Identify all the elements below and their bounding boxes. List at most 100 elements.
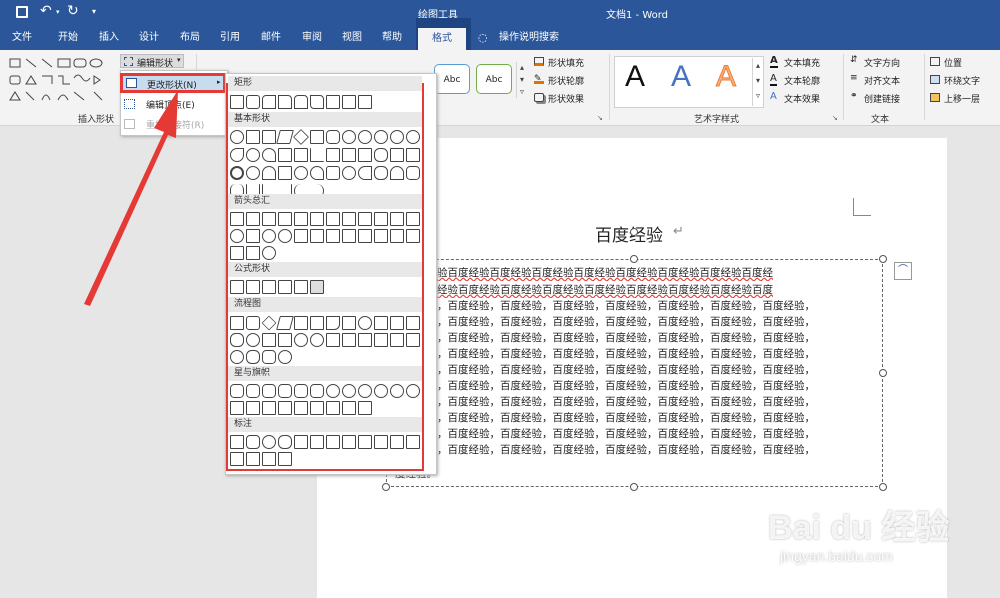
star-shape-icon[interactable] [230,384,244,398]
text-effects-button[interactable]: A 文本效果 [770,91,840,105]
shape-icon[interactable] [310,95,324,109]
arrow-shape-icon[interactable] [262,229,276,243]
wordart-scroll[interactable]: ▴ ▾ ▿ [752,58,763,106]
flowchart-shape-icon[interactable] [278,350,292,364]
arrow-shape-icon[interactable] [278,212,292,226]
tab-home[interactable]: 开始 [54,26,82,50]
shape-icon[interactable] [390,166,404,180]
shape-icon[interactable] [262,166,276,180]
banner-shape-icon[interactable] [246,401,260,415]
arrow-shape-icon[interactable] [230,246,244,260]
dialog-launcher-icon[interactable]: ↘ [597,114,603,122]
callout-shape-icon[interactable] [326,435,340,449]
flowchart-shape-icon[interactable] [276,316,294,330]
edit-shape-button[interactable]: 编辑形状 ▾ [120,54,184,69]
arrow-shape-icon[interactable] [294,229,308,243]
flowchart-shape-icon[interactable] [374,316,388,330]
resize-handle[interactable] [382,483,390,491]
flowchart-shape-icon[interactable] [390,316,404,330]
position-button[interactable]: 位置 [930,55,998,69]
wrap-text-button[interactable]: 环绕文字 [930,73,998,87]
callout-shape-icon[interactable] [374,435,388,449]
banner-shape-icon[interactable] [278,401,292,415]
shape-icon[interactable] [246,95,260,109]
star-shape-icon[interactable] [326,384,340,398]
shape-icon[interactable] [326,130,340,144]
arrow-shape-icon[interactable] [390,229,404,243]
plus-shape-icon[interactable] [230,280,244,294]
shape-style-green[interactable]: Abc [476,64,512,94]
arrow-shape-icon[interactable] [310,212,324,226]
shape-icon[interactable] [262,130,276,144]
callout-shape-icon[interactable] [358,435,372,449]
arrow-shape-icon[interactable] [342,212,356,226]
arrow-shape-icon[interactable] [246,246,260,260]
shape-icon[interactable] [246,166,260,180]
callout-shape-icon[interactable] [278,452,292,466]
bring-forward-button[interactable]: 上移一层 [930,91,998,105]
style-scroll[interactable]: ▴ ▾ ▿ [516,62,527,98]
flowchart-shape-icon[interactable] [406,333,420,347]
dialog-launcher-icon[interactable]: ↘ [832,114,838,122]
minus-shape-icon[interactable] [246,280,260,294]
shape-icon[interactable] [294,95,308,109]
banner-shape-icon[interactable] [310,401,324,415]
tell-me-search[interactable]: 操作说明搜索 [496,26,562,50]
flowchart-shape-icon[interactable] [326,333,340,347]
flowchart-shape-icon[interactable] [230,333,244,347]
shape-icon[interactable] [326,166,340,180]
arrow-shape-icon[interactable] [374,212,388,226]
shape-icon[interactable] [342,95,356,109]
arrow-shape-icon[interactable] [294,212,308,226]
star-shape-icon[interactable] [390,384,404,398]
shape-icon[interactable] [406,130,420,144]
shape-icon[interactable] [262,95,276,109]
star-shape-icon[interactable] [374,384,388,398]
shape-icon[interactable] [374,166,388,180]
callout-shape-icon[interactable] [390,435,404,449]
create-link-button[interactable]: ⚭ 创建链接 [850,91,922,105]
resize-handle[interactable] [630,483,638,491]
shape-icon[interactable] [406,148,420,162]
callout-shape-icon[interactable] [246,452,260,466]
shape-icon[interactable] [342,130,356,144]
flowchart-shape-icon[interactable] [261,315,277,331]
tab-view[interactable]: 视图 [338,26,366,50]
banner-shape-icon[interactable] [230,401,244,415]
shape-icon[interactable] [230,130,244,144]
star-shape-icon[interactable] [278,384,292,398]
shape-icon[interactable] [246,130,260,144]
shape-icon[interactable] [294,166,308,180]
shape-icon[interactable] [326,148,340,162]
arrow-shape-icon[interactable] [406,229,420,243]
flowchart-shape-icon[interactable] [246,350,260,364]
banner-shape-icon[interactable] [358,401,372,415]
shape-icon[interactable] [293,129,309,145]
divide-shape-icon[interactable] [278,280,292,294]
tab-help[interactable]: 帮助 [378,26,406,50]
star-shape-icon[interactable] [310,384,324,398]
shape-icon[interactable] [406,166,420,180]
callout-shape-icon[interactable] [342,435,356,449]
flowchart-shape-icon[interactable] [310,316,324,330]
arrow-shape-icon[interactable] [326,229,340,243]
flowchart-shape-icon[interactable] [294,316,308,330]
wordart-orange[interactable]: A [715,60,736,94]
arrow-shape-icon[interactable] [342,229,356,243]
tab-layout[interactable]: 布局 [176,26,204,50]
shape-icon[interactable] [310,130,324,144]
shape-icon[interactable] [278,95,292,109]
callout-shape-icon[interactable] [278,435,292,449]
resize-handle[interactable] [879,255,887,263]
shape-icon[interactable] [294,148,308,162]
flowchart-shape-icon[interactable] [230,316,244,330]
text-outline-button[interactable]: A 文本轮廓 [770,73,840,87]
shape-icon[interactable] [358,148,372,162]
arrow-shape-icon[interactable] [310,229,324,243]
shape-icon[interactable] [358,166,372,180]
resize-handle[interactable] [879,369,887,377]
flowchart-shape-icon[interactable] [358,333,372,347]
layout-options-icon[interactable]: ⌒ [894,262,912,280]
shape-icon[interactable] [310,166,324,180]
flowchart-shape-icon[interactable] [342,316,356,330]
